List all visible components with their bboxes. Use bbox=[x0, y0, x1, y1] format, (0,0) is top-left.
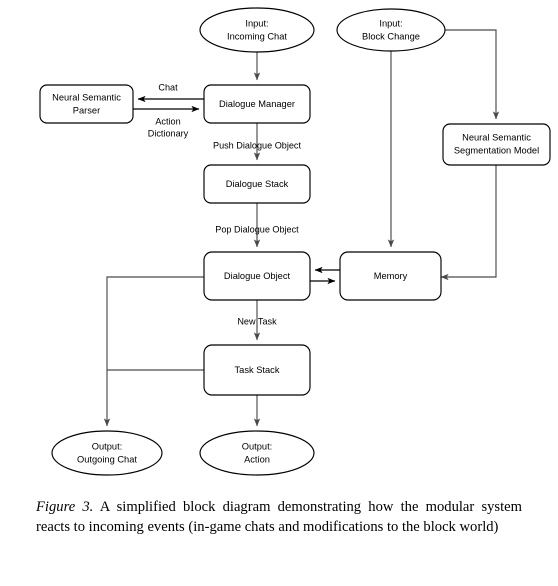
node-segmentation-model-line2: Segmentation Model bbox=[454, 145, 539, 155]
edge-input-block-to-segmentation-model bbox=[445, 29, 500, 120]
node-segmentation-model-line1: Neural Semantic bbox=[462, 132, 531, 142]
edge-parser-to-dialogue-manager: Action Dictionary bbox=[133, 105, 200, 138]
edge-segmentation-model-to-memory bbox=[440, 165, 497, 281]
edge-dialogue-stack-to-dialogue-object: Pop Dialogue Object bbox=[215, 203, 299, 248]
node-dialogue-stack[interactable]: Dialogue Stack bbox=[203, 164, 311, 204]
node-input-incoming-chat-line1: Input: bbox=[245, 18, 268, 28]
node-dialogue-manager-label: Dialogue Manager bbox=[219, 99, 295, 109]
node-output-action-line2: Action bbox=[244, 454, 270, 464]
node-output-outgoing-chat-line2: Outgoing Chat bbox=[77, 454, 137, 464]
node-output-action-line1: Output: bbox=[242, 441, 273, 451]
figure-caption-text: A simplified block diagram demonstrating… bbox=[36, 499, 522, 536]
node-dialogue-object[interactable]: Dialogue Object bbox=[203, 251, 311, 301]
edge-label-pop-dialogue-object: Pop Dialogue Object bbox=[215, 224, 299, 234]
node-dialogue-object-label: Dialogue Object bbox=[224, 271, 291, 281]
node-memory-label: Memory bbox=[374, 271, 408, 281]
node-task-stack-label: Task Stack bbox=[235, 365, 280, 375]
edge-dialogue-manager-to-dialogue-stack: Push Dialogue Object bbox=[213, 123, 301, 161]
edge-label-chat: Chat bbox=[158, 82, 178, 92]
system-block-diagram: Chat Action Dictionary Push Dialogue Obj… bbox=[39, 7, 551, 476]
edge-label-action: Action bbox=[155, 116, 180, 126]
node-dialogue-stack-label: Dialogue Stack bbox=[226, 179, 289, 189]
edge-label-push-dialogue-object: Push Dialogue Object bbox=[213, 140, 301, 150]
figure-number: Figure 3. bbox=[36, 499, 94, 515]
edge-dialogue-object-to-output-chat bbox=[103, 276, 204, 427]
node-output-outgoing-chat[interactable]: Output: Outgoing Chat bbox=[51, 430, 163, 476]
node-neural-semantic-parser[interactable]: Neural Semantic Parser bbox=[39, 84, 134, 124]
node-neural-semantic-segmentation-model[interactable]: Neural Semantic Segmentation Model bbox=[442, 123, 551, 166]
node-output-action[interactable]: Output: Action bbox=[199, 430, 315, 476]
node-input-block-change-line1: Input: bbox=[379, 18, 402, 28]
node-neural-semantic-parser-line2: Parser bbox=[73, 105, 100, 115]
node-output-outgoing-chat-line1: Output: bbox=[92, 441, 123, 451]
node-input-incoming-chat[interactable]: Input: Incoming Chat bbox=[199, 7, 315, 53]
figure-page: Chat Action Dictionary Push Dialogue Obj… bbox=[0, 0, 558, 586]
edge-label-new-task: New Task bbox=[237, 316, 277, 326]
node-memory[interactable]: Memory bbox=[339, 251, 442, 301]
node-input-block-change[interactable]: Input: Block Change bbox=[336, 8, 446, 52]
edge-label-dictionary: Dictionary bbox=[148, 128, 189, 138]
edge-dialogue-object-to-task-stack: New Task bbox=[237, 300, 277, 341]
figure-caption: Figure 3. A simplified block diagram dem… bbox=[36, 497, 522, 538]
node-input-block-change-line2: Block Change bbox=[362, 31, 420, 41]
edge-dialogue-manager-to-parser: Chat bbox=[137, 82, 204, 103]
node-input-incoming-chat-line2: Incoming Chat bbox=[227, 31, 287, 41]
node-task-stack[interactable]: Task Stack bbox=[203, 344, 311, 396]
node-dialogue-manager[interactable]: Dialogue Manager bbox=[203, 84, 311, 124]
node-neural-semantic-parser-line1: Neural Semantic bbox=[52, 92, 121, 102]
